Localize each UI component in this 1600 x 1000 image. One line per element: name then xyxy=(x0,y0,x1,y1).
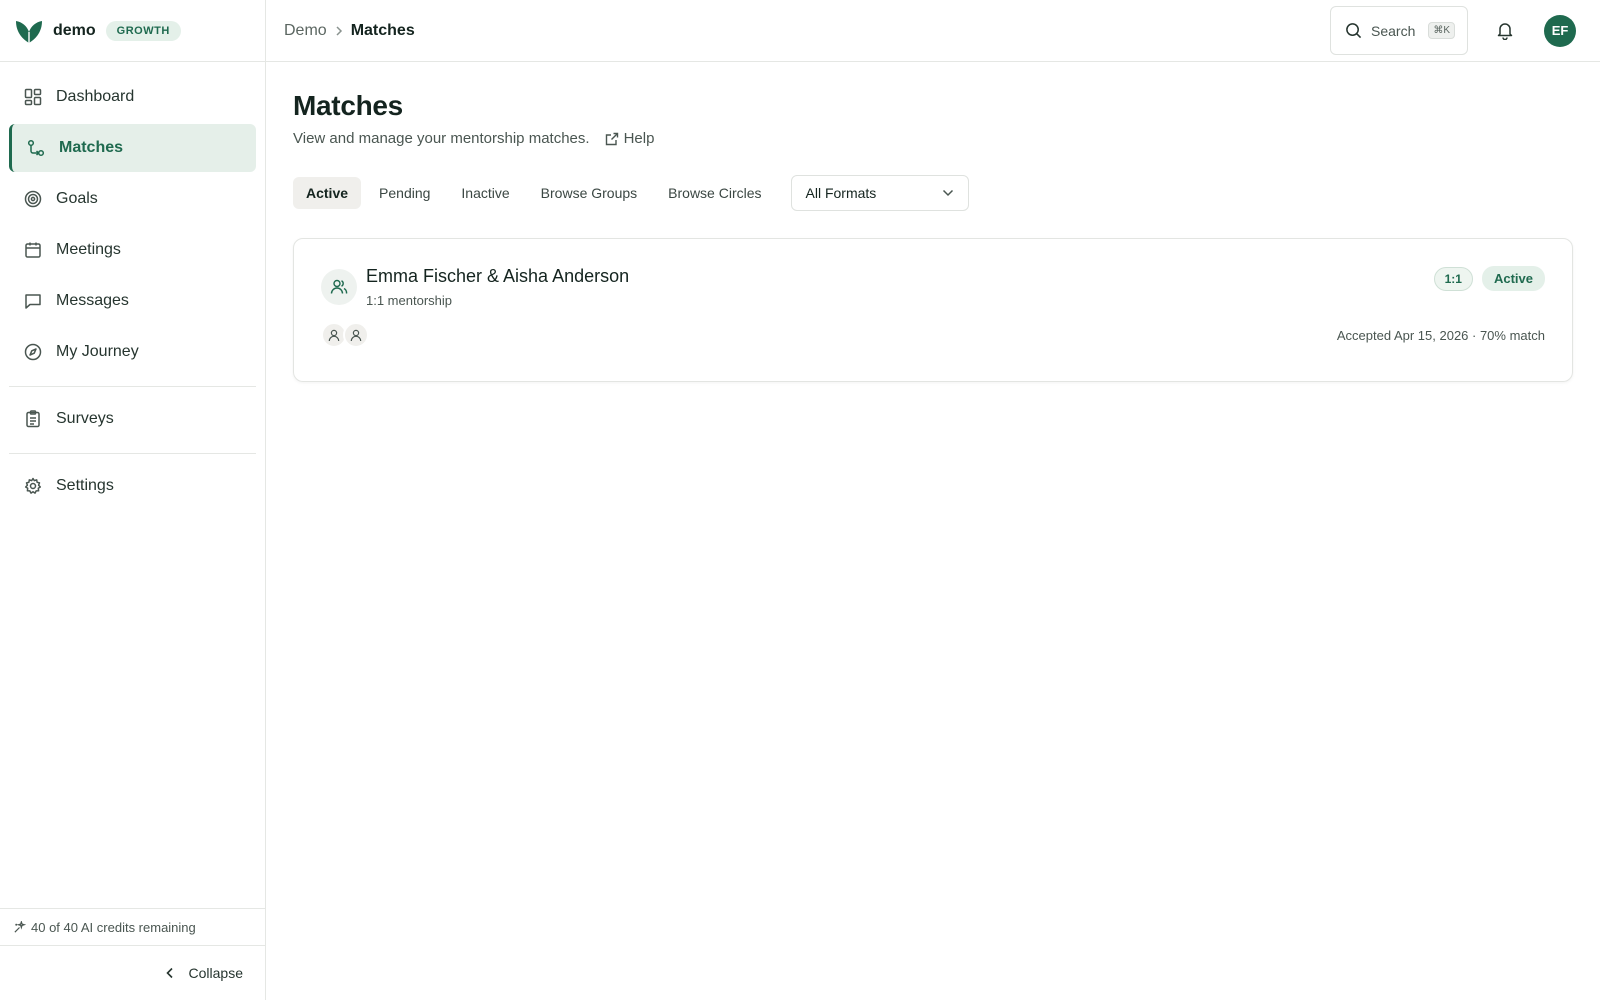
topbar: Demo Matches Search ⌘K EF xyxy=(266,0,1600,62)
app-root: demo GROWTH Dashboard Matches Goals Meet… xyxy=(0,0,1600,1000)
topbar-actions: Search ⌘K EF xyxy=(1330,6,1576,55)
sidebar-item-matches[interactable]: Matches xyxy=(9,124,256,172)
match-meta: Accepted Apr 15, 2026 · 70% match xyxy=(1336,327,1545,343)
search-label: Search xyxy=(1371,22,1416,39)
calendar-icon xyxy=(23,240,43,260)
match-card-footer: Accepted Apr 15, 2026 · 70% match xyxy=(321,322,1545,348)
status-badge: Active xyxy=(1481,266,1545,291)
tab-browse-groups[interactable]: Browse Groups xyxy=(528,177,650,209)
page-content: Matches View and manage your mentorship … xyxy=(266,62,1600,382)
match-subtitle: 1:1 mentorship xyxy=(366,293,452,308)
sidebar-item-label: Goals xyxy=(56,190,98,207)
sidebar-item-label: My Journey xyxy=(56,343,139,360)
external-link-icon xyxy=(605,132,619,146)
search-icon xyxy=(1345,22,1362,39)
match-badges: 1:1 Active xyxy=(1433,266,1545,291)
format-select-value: All Formats xyxy=(805,185,877,201)
sidebar-item-messages[interactable]: Messages xyxy=(9,277,256,325)
sidebar-item-label: Dashboard xyxy=(56,88,135,105)
sidebar-item-label: Messages xyxy=(56,292,129,309)
match-title[interactable]: Emma Fischer & Aisha Anderson xyxy=(366,266,629,287)
tab-pending[interactable]: Pending xyxy=(366,177,443,209)
breadcrumb-current: Matches xyxy=(350,21,415,39)
tab-active[interactable]: Active xyxy=(293,177,362,209)
breadcrumb-root-link[interactable]: Demo xyxy=(284,22,327,40)
matches-icon xyxy=(26,138,46,158)
match-card-titles: Emma Fischer & Aisha Anderson 1:1 mentor… xyxy=(366,266,629,308)
breadcrumb: Demo Matches xyxy=(284,22,415,40)
sidebar-divider xyxy=(9,386,256,387)
compass-icon xyxy=(23,342,43,362)
sidebar-item-label: Matches xyxy=(59,139,124,156)
collapse-button[interactable]: Collapse xyxy=(0,945,265,1000)
ai-credits-text: 40 of 40 AI credits remaining xyxy=(31,919,196,935)
sidebar-item-goals[interactable]: Goals xyxy=(9,175,256,223)
tab-inactive[interactable]: Inactive xyxy=(448,177,522,209)
ai-credits: 40 of 40 AI credits remaining xyxy=(0,908,265,945)
search-button[interactable]: Search ⌘K xyxy=(1330,6,1468,55)
leaf-logo-icon[interactable] xyxy=(14,17,44,45)
sidebar-item-settings[interactable]: Settings xyxy=(9,462,256,510)
sidebar-item-my-journey[interactable]: My Journey xyxy=(9,328,256,376)
sidebar-item-label: Meetings xyxy=(56,241,121,258)
match-card-header: Emma Fischer & Aisha Anderson 1:1 mentor… xyxy=(321,266,1545,308)
sidebar-item-dashboard[interactable]: Dashboard xyxy=(9,73,256,121)
message-icon xyxy=(23,291,43,311)
tab-browse-circles[interactable]: Browse Circles xyxy=(655,177,774,209)
clipboard-icon xyxy=(23,409,43,429)
users-icon xyxy=(321,269,357,305)
chevron-right-icon xyxy=(335,25,343,37)
plan-badge: GROWTH xyxy=(105,20,181,41)
chevron-left-icon xyxy=(165,967,175,979)
gear-icon xyxy=(23,476,43,496)
format-badge: 1:1 xyxy=(1433,266,1473,291)
target-icon xyxy=(23,189,43,209)
help-label: Help xyxy=(623,130,655,147)
sidebar-item-label: Settings xyxy=(56,477,114,494)
bell-icon[interactable] xyxy=(1496,21,1514,40)
sidebar-divider xyxy=(9,453,256,454)
chevron-down-icon xyxy=(942,189,954,197)
match-card[interactable]: Emma Fischer & Aisha Anderson 1:1 mentor… xyxy=(293,238,1573,382)
participant-avatars xyxy=(321,322,369,348)
sparkles-icon xyxy=(13,920,26,934)
collapse-label: Collapse xyxy=(188,965,243,981)
user-icon xyxy=(343,322,369,348)
main-area: Demo Matches Search ⌘K EF Matches View a… xyxy=(266,0,1600,1000)
page-subtitle: View and manage your mentorship matches. xyxy=(293,130,590,147)
search-shortcut: ⌘K xyxy=(1428,22,1456,39)
sidebar-item-surveys[interactable]: Surveys xyxy=(9,395,256,443)
sidebar-nav: Dashboard Matches Goals Meetings Message… xyxy=(0,62,265,908)
user-avatar[interactable]: EF xyxy=(1544,14,1576,47)
format-select[interactable]: All Formats xyxy=(790,175,969,211)
page-subtitle-row: View and manage your mentorship matches.… xyxy=(293,130,1574,147)
sidebar: demo GROWTH Dashboard Matches Goals Meet… xyxy=(0,0,266,1000)
match-filters: Active Pending Inactive Browse Groups Br… xyxy=(293,175,1574,211)
help-link[interactable]: Help xyxy=(605,130,655,147)
brand-header: demo GROWTH xyxy=(0,0,265,62)
brand-name[interactable]: demo xyxy=(53,22,96,40)
page-title: Matches xyxy=(293,90,403,121)
dashboard-icon xyxy=(23,87,43,107)
sidebar-item-label: Surveys xyxy=(56,410,114,427)
sidebar-item-meetings[interactable]: Meetings xyxy=(9,226,256,274)
